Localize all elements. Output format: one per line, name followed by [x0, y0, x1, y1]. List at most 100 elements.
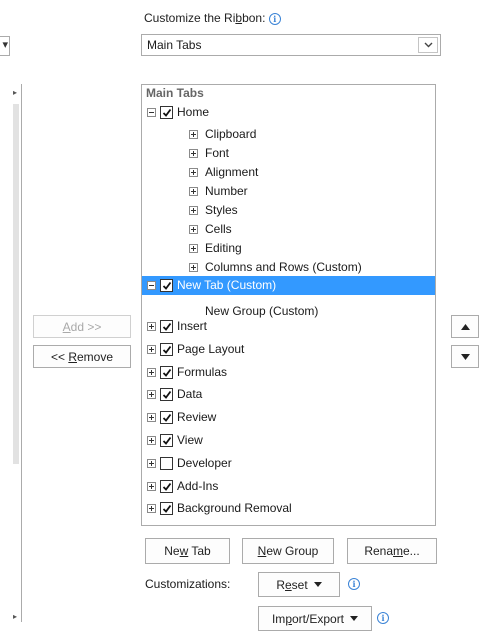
- triangle-down-icon: [460, 353, 470, 360]
- tab-checkbox[interactable]: [160, 365, 173, 379]
- collapse-icon[interactable]: [147, 281, 156, 290]
- import-export-button[interactable]: Import/Export: [258, 606, 372, 631]
- expand-icon[interactable]: [147, 344, 156, 354]
- move-up-button[interactable]: [451, 315, 479, 338]
- tree-item-home[interactable]: Home: [142, 103, 435, 122]
- tab-label: Add-Ins: [177, 478, 219, 493]
- triangle-down-icon: [313, 582, 322, 587]
- new-tab-button[interactable]: New Tab: [145, 538, 230, 564]
- customizations-label: Customizations:: [145, 577, 231, 591]
- collapse-icon[interactable]: [147, 108, 156, 117]
- tab-checkbox[interactable]: [160, 434, 173, 447]
- left-commands-list[interactable]: ▸ ▸: [0, 84, 22, 622]
- expand-icon[interactable]: [189, 130, 198, 139]
- group-label: Clipboard: [205, 127, 257, 141]
- tree-item-tab[interactable]: Formulas: [142, 363, 435, 382]
- select-value: Main Tabs: [147, 38, 202, 52]
- expand-icon[interactable]: [189, 168, 198, 177]
- expand-icon[interactable]: [189, 244, 198, 253]
- tab-label: Background Removal: [177, 501, 292, 516]
- checkmark-icon: [162, 368, 172, 377]
- expand-icon[interactable]: [147, 322, 156, 331]
- tree-item-tab[interactable]: Review: [142, 408, 435, 427]
- rename-button[interactable]: Rename...: [347, 538, 437, 564]
- tree-item-tab[interactable]: Add-Ins: [142, 477, 435, 496]
- tab-checkbox[interactable]: [160, 388, 173, 402]
- expand-icon[interactable]: [189, 263, 198, 272]
- home-checkbox[interactable]: [160, 106, 173, 119]
- new-tab-checkbox[interactable]: [160, 279, 173, 292]
- group-label: Cells: [205, 222, 232, 236]
- new-group-button[interactable]: New Group: [242, 538, 334, 564]
- tree-item-tab[interactable]: Background Removal: [142, 499, 435, 518]
- remove-button[interactable]: << Remove: [33, 345, 131, 368]
- expand-icon[interactable]: [147, 481, 156, 491]
- triangle-up-icon: [460, 323, 470, 330]
- expand-icon[interactable]: [147, 367, 156, 377]
- group-label: Font: [205, 146, 230, 160]
- list-marker-icon: ▸: [12, 612, 17, 621]
- checkmark-icon: [162, 414, 172, 423]
- tab-label: Formulas: [177, 364, 228, 379]
- tree-item-group[interactable]: Font: [142, 144, 435, 163]
- tree-item-group[interactable]: Editing: [142, 239, 435, 258]
- checkmark-icon: [162, 281, 172, 290]
- tree-item-group[interactable]: Styles: [142, 201, 435, 220]
- tab-checkbox[interactable]: [160, 320, 173, 333]
- expand-icon[interactable]: [189, 225, 198, 234]
- tree-heading: Main Tabs: [146, 86, 204, 100]
- tab-label: Developer: [177, 455, 232, 470]
- move-down-button[interactable]: [451, 345, 479, 368]
- ribbon-tabs-select[interactable]: Main Tabs: [141, 34, 441, 56]
- checkmark-icon: [162, 108, 172, 117]
- expand-icon[interactable]: [147, 436, 156, 445]
- tree-item-tab[interactable]: Developer: [142, 454, 435, 473]
- chevron-down-icon: [424, 42, 433, 48]
- dropdown-arrow-button[interactable]: [418, 37, 438, 53]
- expand-icon[interactable]: [189, 149, 198, 158]
- group-label: Number: [205, 184, 248, 198]
- left-scrollbar[interactable]: [13, 104, 19, 464]
- expand-icon[interactable]: [147, 458, 156, 468]
- ribbon-tree[interactable]: Main Tabs Home Clipboard Font Alignment Num…: [141, 84, 436, 526]
- expand-icon[interactable]: [147, 390, 156, 400]
- list-marker-icon: ▸: [12, 88, 17, 97]
- info-icon: i: [377, 612, 389, 624]
- tab-label: Data: [177, 387, 203, 402]
- expand-icon[interactable]: [147, 504, 156, 514]
- tree-item-tab[interactable]: Data: [142, 385, 435, 404]
- customize-ribbon-label: Customize the Ribbon: i: [144, 11, 281, 25]
- checkmark-icon: [162, 391, 172, 400]
- tree-item-new-tab[interactable]: New Tab (Custom): [142, 276, 435, 295]
- tab-checkbox[interactable]: [160, 342, 173, 356]
- triangle-down-icon: [350, 616, 359, 621]
- tree-item-group[interactable]: Cells: [142, 220, 435, 239]
- tab-checkbox[interactable]: [160, 456, 173, 470]
- tree-item-group[interactable]: Columns and Rows (Custom): [142, 258, 435, 277]
- tab-label: Insert: [177, 319, 208, 333]
- tree-item-group[interactable]: Clipboard: [142, 125, 435, 144]
- tab-checkbox[interactable]: [160, 411, 173, 425]
- group-label: Columns and Rows (Custom): [205, 260, 362, 274]
- checkmark-icon: [162, 505, 172, 514]
- checkmark-icon: [162, 482, 172, 491]
- tree-item-tab[interactable]: View: [142, 431, 435, 450]
- tree-item-tab[interactable]: Insert: [142, 317, 435, 336]
- tree-item-group[interactable]: Number: [142, 182, 435, 201]
- checkmark-icon: [162, 322, 172, 331]
- tab-checkbox[interactable]: [160, 479, 173, 493]
- expand-icon[interactable]: [147, 413, 156, 423]
- add-button[interactable]: Add >>: [33, 315, 131, 338]
- tree-item-group[interactable]: Alignment: [142, 163, 435, 182]
- tree-item-tab[interactable]: Page Layout: [142, 340, 435, 359]
- tab-checkbox[interactable]: [160, 502, 173, 516]
- info-icon: i: [348, 578, 360, 590]
- expand-icon[interactable]: [189, 187, 198, 196]
- tab-label: Review: [177, 410, 217, 425]
- expand-icon[interactable]: [189, 206, 198, 215]
- info-icon: i: [268, 12, 281, 25]
- reset-button[interactable]: Reset: [258, 572, 340, 597]
- chevron-down-icon: ▾: [2, 39, 8, 51]
- left-source-dropdown[interactable]: ▾: [0, 36, 10, 56]
- group-label: Styles: [205, 203, 238, 217]
